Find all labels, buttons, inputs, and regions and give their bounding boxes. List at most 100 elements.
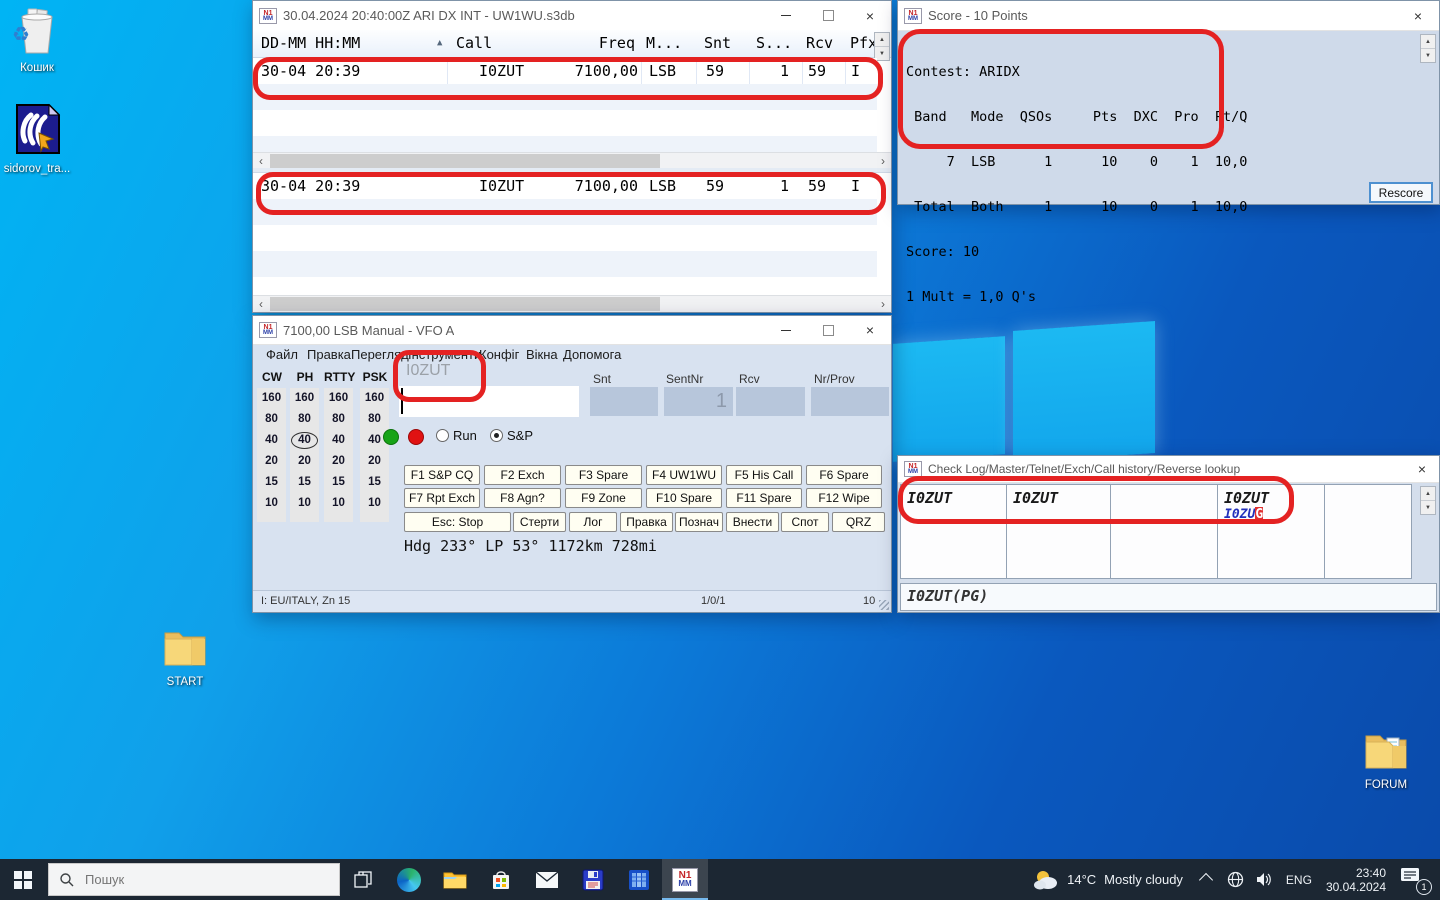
band-button[interactable]: 20 xyxy=(257,451,286,472)
spin-up-icon[interactable]: ▲ xyxy=(1421,487,1435,501)
spin-down-icon[interactable]: ▼ xyxy=(875,47,889,60)
log-hscrollbar[interactable]: ‹ › xyxy=(253,295,891,312)
menu-file[interactable]: Файл xyxy=(266,347,298,362)
band-button[interactable]: 20 xyxy=(324,451,353,472)
log-qso-row[interactable]: 30-04 20:39 I0ZUT 7100,00 LSB 59 1 59 I xyxy=(253,58,877,84)
desktop-icon-sidorov-file[interactable]: sidorov_tra... xyxy=(1,103,73,175)
sp-radio-label[interactable]: S&P xyxy=(507,428,533,443)
menu-help[interactable]: Допомога xyxy=(563,347,621,362)
col-call[interactable]: Call xyxy=(456,30,492,56)
taskbar-clock[interactable]: 23:40 30.04.2024 xyxy=(1326,866,1386,894)
mark-button[interactable]: Познач xyxy=(675,512,723,532)
n1mm-taskbar-button[interactable]: N1MM xyxy=(662,859,708,900)
desktop-icon-start-folder[interactable]: START xyxy=(149,626,221,688)
spin-up-icon[interactable]: ▲ xyxy=(875,33,889,47)
run-radio-label[interactable]: Run xyxy=(453,428,477,443)
fkey-f2[interactable]: F2 Exch xyxy=(484,465,561,485)
menu-windows[interactable]: Вікна xyxy=(526,347,558,362)
scroll-right-icon[interactable]: › xyxy=(875,153,891,169)
check-col-log[interactable]: I0ZUT xyxy=(900,484,1007,579)
scrollbar-thumb[interactable] xyxy=(270,297,660,311)
file-explorer-button[interactable] xyxy=(432,859,478,900)
fkey-f12[interactable]: F12 Wipe xyxy=(806,488,882,508)
log-empty-row[interactable] xyxy=(253,225,877,251)
band-button[interactable]: 15 xyxy=(324,472,353,493)
band-button[interactable]: 10 xyxy=(290,493,319,514)
band-button[interactable]: 20 xyxy=(360,451,389,472)
check-cell[interactable]: I0ZUT xyxy=(1013,489,1058,507)
check-col-telnet[interactable] xyxy=(1110,484,1218,579)
log-empty-row[interactable] xyxy=(253,84,877,110)
spot-button[interactable]: Спот xyxy=(781,512,829,532)
rcv-field[interactable] xyxy=(736,387,805,416)
band-button[interactable]: 20 xyxy=(290,451,319,472)
col-s[interactable]: S... xyxy=(756,30,792,56)
check-window-titlebar[interactable]: N1MM Check Log/Master/Telnet/Exch/Call h… xyxy=(898,456,1439,483)
band-button[interactable]: 160 xyxy=(360,388,389,409)
col-datetime[interactable]: DD-MM HH:MM xyxy=(261,30,360,56)
edge-browser-button[interactable] xyxy=(386,859,432,900)
band-button-selected[interactable]: 40 xyxy=(290,430,319,451)
fkey-f7[interactable]: F7 Rpt Exch xyxy=(404,488,480,508)
check-col-master[interactable]: I0ZUT xyxy=(1006,484,1111,579)
store-button[interactable]: Внести xyxy=(726,512,779,532)
desktop-icon-recycle-bin[interactable]: ♻ Кошик xyxy=(1,8,73,74)
log-empty-row[interactable] xyxy=(253,277,877,295)
menu-view[interactable]: Перегляд xyxy=(351,347,409,362)
fkey-f5[interactable]: F5 His Call xyxy=(726,465,802,485)
spin-down-icon[interactable]: ▼ xyxy=(1421,501,1435,514)
edit-button[interactable]: Правка xyxy=(620,512,673,532)
check-partial-match[interactable]: I0ZUG xyxy=(1224,507,1263,522)
fkey-f9[interactable]: F9 Zone xyxy=(565,488,642,508)
scroll-left-icon[interactable]: ‹ xyxy=(253,296,269,312)
log-window-titlebar[interactable]: N1MM 30.04.2024 20:40:00Z ARI DX INT - U… xyxy=(253,1,891,31)
maximize-icon[interactable] xyxy=(807,1,849,30)
col-mode[interactable]: M... xyxy=(646,30,682,56)
wipe-button[interactable]: Стерти xyxy=(513,512,566,532)
log-scroll-spinner[interactable]: ▲ ▼ xyxy=(874,32,890,61)
band-button[interactable]: 15 xyxy=(290,472,319,493)
check-scroll-spinner[interactable]: ▲ ▼ xyxy=(1420,486,1436,515)
check-col-history[interactable]: I0ZUT I0ZUG xyxy=(1217,484,1325,579)
band-button[interactable]: 160 xyxy=(257,388,286,409)
grid-app-button[interactable] xyxy=(616,859,662,900)
log-empty-row[interactable] xyxy=(253,251,877,277)
log-hscrollbar[interactable]: ‹ › xyxy=(253,152,891,169)
fkey-f4[interactable]: F4 UW1WU xyxy=(646,465,722,485)
fkey-f10[interactable]: F10 Spare xyxy=(646,488,722,508)
spin-up-icon[interactable]: ▲ xyxy=(1421,35,1435,49)
band-button[interactable]: 80 xyxy=(324,409,353,430)
desktop-icon-forum-folder[interactable]: FORUM xyxy=(1350,729,1422,791)
band-button[interactable]: 80 xyxy=(290,409,319,430)
callsign-input[interactable] xyxy=(399,386,579,417)
band-button[interactable]: 10 xyxy=(257,493,286,514)
log-empty-row[interactable] xyxy=(253,199,877,225)
qrz-button[interactable]: QRZ xyxy=(832,512,885,532)
band-button[interactable]: 10 xyxy=(324,493,353,514)
menu-tools[interactable]: Інструменти xyxy=(408,347,481,362)
floppy-app-button[interactable] xyxy=(570,859,616,900)
minimize-icon[interactable] xyxy=(765,1,807,30)
fkey-f3[interactable]: F3 Spare xyxy=(565,465,642,485)
scroll-right-icon[interactable]: › xyxy=(875,296,891,312)
check-col-reverse[interactable] xyxy=(1324,484,1412,579)
entry-window-titlebar[interactable]: N1MM 7100,00 LSB Manual - VFO A × xyxy=(253,316,891,345)
minimize-icon[interactable] xyxy=(765,316,807,344)
band-button[interactable]: 15 xyxy=(360,472,389,493)
band-button[interactable]: 15 xyxy=(257,472,286,493)
mail-button[interactable] xyxy=(524,859,570,900)
col-freq[interactable]: Freq xyxy=(553,30,635,56)
log-qso-row[interactable]: 30-04 20:39 I0ZUT 7100,00 LSB 59 1 59 I xyxy=(253,173,877,199)
resize-grip-icon[interactable] xyxy=(879,600,889,610)
log-button[interactable]: Лог xyxy=(569,512,617,532)
scrollbar-thumb[interactable] xyxy=(270,154,660,168)
menu-edit[interactable]: Правка xyxy=(307,347,351,362)
band-button[interactable]: 40 xyxy=(257,430,286,451)
fkey-f1[interactable]: F1 S&P CQ xyxy=(404,465,480,485)
col-rcv[interactable]: Rcv xyxy=(806,30,833,56)
band-button[interactable]: 160 xyxy=(324,388,353,409)
scroll-left-icon[interactable]: ‹ xyxy=(253,153,269,169)
band-button[interactable]: 10 xyxy=(360,493,389,514)
rescore-button[interactable]: Rescore xyxy=(1369,182,1433,203)
start-button[interactable] xyxy=(0,859,46,900)
